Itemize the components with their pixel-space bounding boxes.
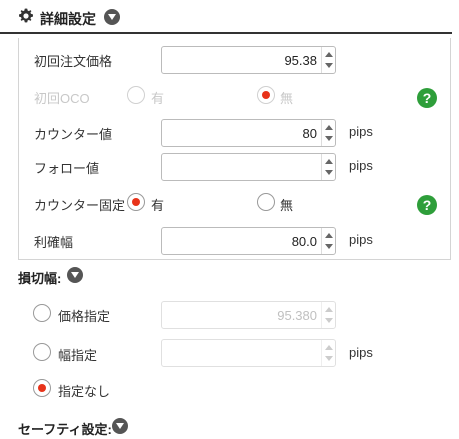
- take-profit-label: 利確幅: [34, 235, 74, 250]
- details-header[interactable]: 詳細設定: [0, 0, 452, 34]
- take-profit-value: 80.0: [291, 234, 317, 249]
- stop-loss-width-radio[interactable]: [33, 343, 51, 361]
- details-title: 詳細設定: [40, 11, 96, 27]
- initial-price-value: 95.38: [284, 53, 317, 68]
- initial-oco-no-radio[interactable]: [257, 86, 275, 104]
- initial-oco-yes-radio[interactable]: [127, 86, 145, 104]
- stop-loss-width-unit: pips: [349, 345, 373, 360]
- initial-oco-yes-label: 有: [151, 91, 165, 106]
- collapse-toggle-icon[interactable]: [104, 9, 120, 25]
- safety-title: セーフティ設定:: [18, 422, 112, 437]
- help-icon[interactable]: ?: [417, 195, 437, 215]
- stop-loss-none-label: 指定なし: [58, 384, 111, 399]
- counter-value-input[interactable]: 80: [161, 119, 336, 147]
- stop-loss-price-input[interactable]: 95.380: [161, 301, 336, 329]
- take-profit-spinner[interactable]: [321, 228, 335, 254]
- follow-value-spinner[interactable]: [321, 154, 335, 180]
- stop-loss-toggle-icon[interactable]: [67, 267, 83, 283]
- counter-fixed-no-radio[interactable]: [257, 193, 275, 211]
- take-profit-input[interactable]: 80.0: [161, 227, 336, 255]
- initial-oco-no-label: 無: [280, 91, 294, 106]
- stop-loss-width-spinner[interactable]: [321, 340, 335, 366]
- initial-price-label: 初回注文価格: [34, 54, 113, 69]
- initial-price-input[interactable]: 95.38: [161, 46, 336, 74]
- counter-fixed-label: カウンター固定: [34, 198, 126, 213]
- counter-fixed-yes-radio[interactable]: [127, 193, 145, 211]
- counter-fixed-yes-label: 有: [151, 198, 165, 213]
- initial-price-spinner[interactable]: [321, 47, 335, 73]
- counter-value-label: カウンター値: [34, 127, 113, 142]
- help-icon[interactable]: ?: [417, 88, 437, 108]
- counter-value-value: 80: [302, 126, 317, 141]
- initial-oco-label: 初回OCO: [34, 91, 90, 106]
- follow-value-label: フォロー値: [34, 161, 100, 176]
- follow-value-input[interactable]: [161, 153, 336, 181]
- stop-loss-title: 損切幅:: [18, 271, 62, 286]
- counter-fixed-no-label: 無: [280, 198, 294, 213]
- follow-value-unit: pips: [349, 158, 373, 173]
- stop-loss-price-value: 95.380: [277, 308, 317, 323]
- stop-loss-price-spinner[interactable]: [321, 302, 335, 328]
- safety-toggle-icon[interactable]: [112, 418, 128, 434]
- stop-loss-price-label: 価格指定: [58, 309, 111, 324]
- take-profit-unit: pips: [349, 232, 373, 247]
- stop-loss-price-radio[interactable]: [33, 304, 51, 322]
- stop-loss-width-label: 幅指定: [58, 348, 98, 363]
- gear-icon: [19, 8, 33, 23]
- stop-loss-width-input[interactable]: [161, 339, 336, 367]
- counter-value-spinner[interactable]: [321, 120, 335, 146]
- counter-value-unit: pips: [349, 124, 373, 139]
- stop-loss-none-radio[interactable]: [33, 379, 51, 397]
